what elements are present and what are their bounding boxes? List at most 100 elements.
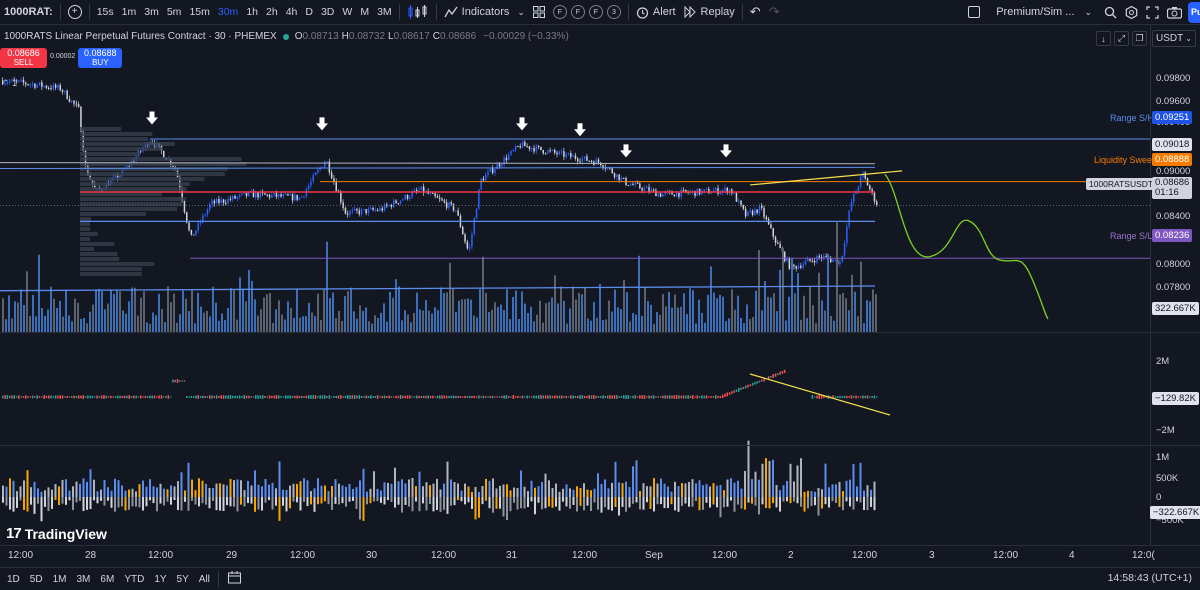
pane-divider[interactable]	[0, 445, 1200, 446]
indicators-button[interactable]: Indicators	[440, 0, 514, 25]
timeframe-30m[interactable]: 30m	[214, 0, 242, 25]
histogram-bar	[387, 497, 389, 501]
volume-layer	[2, 222, 877, 332]
histogram-bar	[12, 480, 15, 497]
oscillator-bar	[514, 396, 517, 398]
histogram-bar	[485, 478, 487, 497]
histogram-bar	[110, 497, 113, 508]
quick-search-button[interactable]	[1100, 0, 1121, 25]
symbol-search[interactable]: 1000RAT:	[0, 0, 57, 25]
indicators-dropdown[interactable]: ⌄	[513, 0, 529, 25]
histogram-bar	[471, 497, 473, 509]
layouts-button[interactable]	[529, 0, 549, 25]
volume-bar	[98, 288, 100, 332]
volume-bar	[266, 294, 268, 332]
range-1d[interactable]: 1D	[2, 574, 25, 585]
histogram-bar	[47, 487, 50, 497]
volume-bar	[776, 311, 778, 332]
compare-button[interactable]: +	[64, 0, 86, 25]
volume-bar	[227, 307, 229, 332]
oscillator-bar	[204, 396, 206, 398]
range-all[interactable]: All	[194, 574, 215, 585]
volume-bar	[350, 287, 352, 332]
price-axis-label: 0.08000	[1156, 259, 1191, 270]
oscillator-bar	[462, 396, 464, 398]
favorite-tag[interactable]: F	[588, 5, 603, 19]
histogram-bar	[261, 486, 263, 497]
oscillator-bar	[498, 396, 501, 398]
oscillator-bar	[234, 395, 236, 399]
timeframe-2h[interactable]: 2h	[262, 0, 282, 25]
pane-divider[interactable]	[0, 332, 1200, 333]
timeframe-5m[interactable]: 5m	[163, 0, 186, 25]
histogram-bar	[691, 497, 694, 507]
tradingview-logo[interactable]: 17 TradingView	[6, 525, 107, 542]
timeframe-3M[interactable]: 3M	[373, 0, 396, 25]
histogram-bar	[191, 497, 193, 501]
price-chart[interactable]	[0, 25, 1150, 565]
replay-button[interactable]: Replay	[680, 0, 739, 25]
oscillator-bar	[165, 396, 167, 398]
currency-selector[interactable]: USDT ⌄	[1152, 30, 1196, 47]
clock[interactable]: 14:58:43 (UTC+1)	[1108, 572, 1192, 584]
range-5y[interactable]: 5Y	[172, 574, 194, 585]
oscillator-bar	[416, 395, 418, 399]
oscillator-bar	[61, 395, 64, 399]
favorite-tag[interactable]: F	[570, 5, 585, 19]
chart-type-button[interactable]	[403, 0, 433, 25]
redo-button[interactable]: ↷	[765, 0, 784, 25]
oscillator-bar	[843, 395, 846, 399]
goto-date-button[interactable]	[222, 571, 247, 587]
histogram-bar	[142, 480, 144, 497]
volume-bar	[662, 294, 664, 332]
histogram-bar	[170, 485, 172, 497]
time-axis-label: 29	[226, 550, 238, 561]
candle-body	[744, 208, 747, 217]
candle-body	[77, 104, 80, 107]
timeframe-1h[interactable]: 1h	[242, 0, 262, 25]
timeframe-4h[interactable]: 4h	[282, 0, 302, 25]
volume-bar	[236, 319, 238, 332]
range-3m[interactable]: 3M	[72, 574, 96, 585]
range-1m[interactable]: 1M	[48, 574, 72, 585]
histogram-bar	[632, 466, 634, 497]
account-selector[interactable]: Premium/Sim ... ⌄	[984, 0, 1100, 25]
candle-body	[528, 146, 531, 150]
timeframe-W[interactable]: W	[338, 0, 356, 25]
candle-body	[675, 192, 678, 197]
volume-bar	[749, 319, 751, 332]
range-1y[interactable]: 1Y	[149, 574, 171, 585]
timeframe-15m[interactable]: 15m	[185, 0, 213, 25]
favorite-tag[interactable]: F	[552, 5, 567, 19]
oscillator-bar	[703, 395, 705, 399]
fullscreen-button[interactable]	[1142, 0, 1163, 25]
candle-body	[632, 184, 634, 186]
volume-bar	[287, 301, 289, 332]
timeframe-D[interactable]: D	[301, 0, 317, 25]
volume-bar	[314, 316, 316, 332]
timeframe-15s[interactable]: 15s	[93, 0, 118, 25]
histogram-bar	[460, 490, 463, 497]
range-6m[interactable]: 6M	[95, 574, 119, 585]
range-5d[interactable]: 5D	[25, 574, 48, 585]
candle-body	[547, 150, 549, 154]
timeframe-1m[interactable]: 1m	[118, 0, 141, 25]
timeframe-M[interactable]: M	[356, 0, 373, 25]
timeframe-3m[interactable]: 3m	[140, 0, 163, 25]
oscillator-bar	[395, 395, 397, 399]
volume-bar	[572, 286, 574, 332]
candle-body	[804, 261, 807, 265]
range-ytd[interactable]: YTD	[119, 574, 149, 585]
undo-button[interactable]: ↶	[746, 0, 765, 25]
favorite-tag[interactable]: 3	[606, 5, 621, 19]
histogram-bar	[397, 497, 400, 505]
publish-button[interactable]: Pu	[1188, 2, 1200, 23]
candle-body	[682, 189, 685, 191]
alert-button[interactable]: Alert	[632, 0, 680, 25]
candle-body	[6, 82, 9, 84]
layout-toggle-button[interactable]	[964, 0, 984, 25]
timeframe-3D[interactable]: 3D	[317, 0, 338, 25]
settings-button[interactable]	[1121, 0, 1142, 25]
histogram-bar	[30, 497, 32, 505]
histogram-bar	[383, 482, 386, 497]
